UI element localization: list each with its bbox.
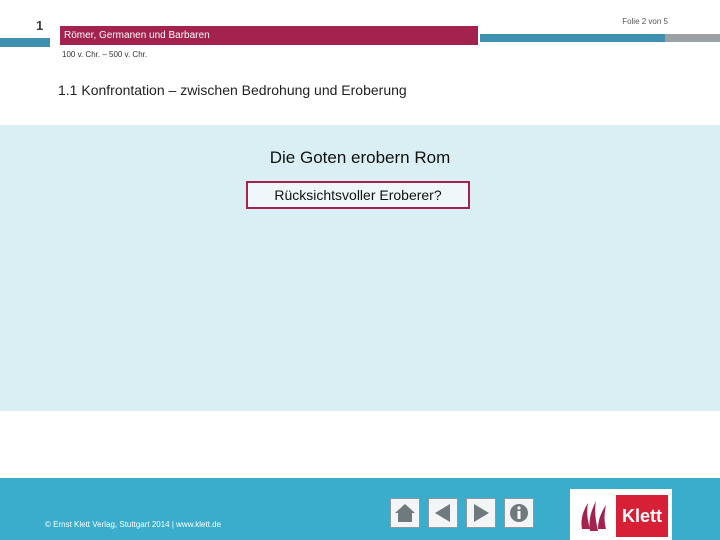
klett-logo-text: Klett	[616, 495, 668, 537]
left-accent-bar	[0, 38, 50, 47]
question-button[interactable]: Rücksichtsvoller Eroberer?	[246, 181, 470, 209]
date-range: 100 v. Chr. – 500 v. Chr.	[62, 50, 148, 59]
content-title: Die Goten erobern Rom	[0, 148, 720, 168]
chapter-number: 1	[36, 18, 44, 33]
forward-button[interactable]	[466, 498, 496, 528]
forward-arrow-icon	[474, 504, 489, 522]
content-title-text: Die Goten erobern Rom	[269, 148, 451, 167]
back-arrow-icon	[435, 504, 450, 522]
copyright: © Ernst Klett Verlag, Stuttgart 2014 | w…	[45, 520, 222, 529]
back-button[interactable]	[428, 498, 458, 528]
home-button[interactable]	[390, 498, 420, 528]
info-button[interactable]	[504, 498, 534, 528]
footer: © Ernst Klett Verlag, Stuttgart 2014 | w…	[0, 478, 720, 540]
question-label: Rücksichtsvoller Eroberer?	[274, 187, 442, 203]
slide-counter: Folie 2 von 5	[622, 17, 668, 26]
right-accent-bar	[480, 34, 665, 42]
slide-title: Römer, Germanen und Barbaren	[64, 30, 210, 41]
title-bar: Römer, Germanen und Barbaren	[60, 26, 478, 45]
home-icon	[395, 504, 415, 522]
section-heading: 1.1 Konfrontation – zwischen Bedrohung u…	[58, 82, 407, 98]
klett-flower-icon	[581, 501, 606, 531]
info-icon	[510, 504, 528, 522]
klett-logo: Klett	[570, 489, 672, 540]
content-panel: Die Goten erobern Rom Rücksichtsvoller E…	[0, 125, 720, 411]
right-accent-bar-grey	[665, 34, 720, 42]
